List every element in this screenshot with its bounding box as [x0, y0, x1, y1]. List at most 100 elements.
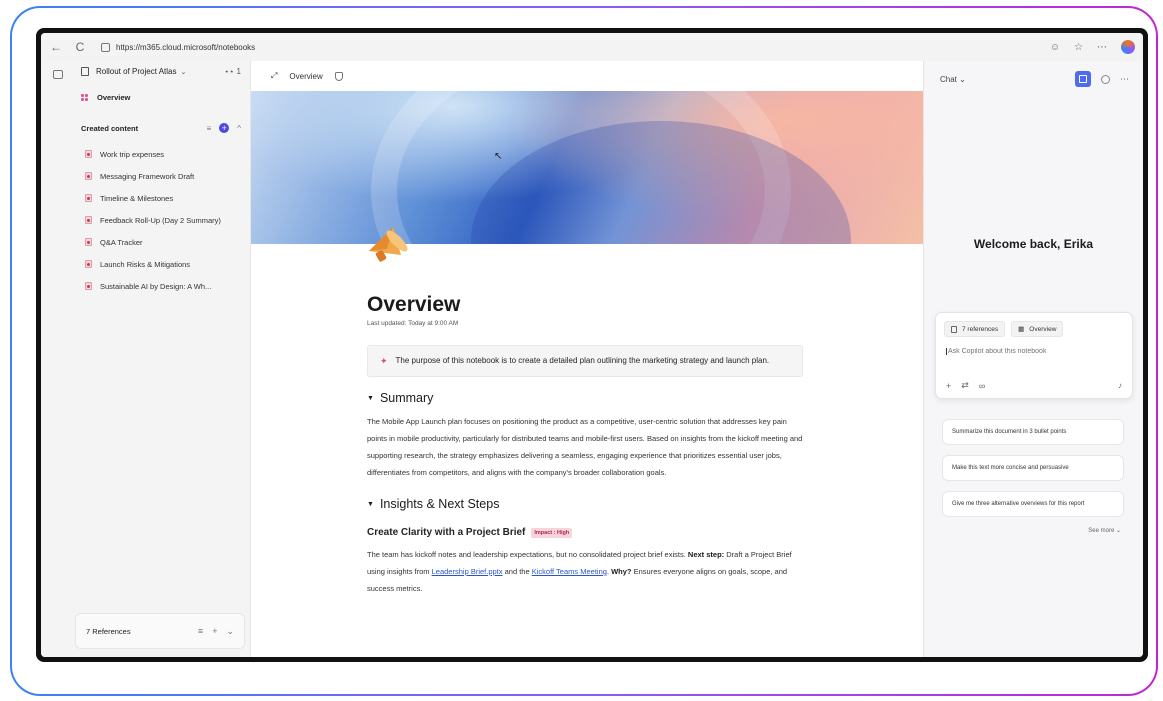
new-chat-button[interactable] — [1075, 71, 1091, 87]
list-item-label: Feedback Roll-Up (Day 2 Summary) — [100, 215, 221, 225]
browser-toolbar: ← C https://m365.cloud.microsoft/noteboo… — [41, 33, 1143, 61]
list-item-label: Q&A Tracker — [100, 237, 143, 247]
collapse-icon[interactable]: ^ — [237, 124, 241, 133]
notebook-title[interactable]: Rollout of Project Atlas — [96, 67, 176, 76]
see-more-label: See more — [1088, 528, 1115, 534]
browser-actions: ☺ ☆ ⋯ — [1050, 40, 1135, 54]
page-icon — [85, 282, 92, 290]
screen-bezel: ← C https://m365.cloud.microsoft/noteboo… — [36, 28, 1148, 662]
cover-image — [251, 91, 923, 244]
back-icon[interactable]: ← — [49, 40, 63, 54]
chat-mode-dropdown[interactable]: Chat ⌄ — [940, 75, 966, 84]
overview-chip[interactable]: ▦ Overview — [1011, 321, 1064, 337]
list-item-label: Sustainable AI by Design: A Wh... — [100, 281, 212, 291]
gear-icon[interactable] — [1101, 74, 1110, 84]
notebook-selector[interactable]: Rollout of Project Atlas ⌄ ⋆⋆ 1 — [81, 67, 241, 76]
toggle-sidebar-icon[interactable] — [53, 70, 63, 79]
chip-label: Overview — [1029, 325, 1057, 333]
more-options-icon[interactable]: ⋯ — [1097, 42, 1107, 53]
megaphone-icon — [369, 227, 408, 262]
next-step-label: Next step: — [687, 550, 725, 559]
attach-icon[interactable]: ∞ — [979, 381, 985, 391]
created-content-header: Created content ≡ + ^ — [81, 123, 241, 133]
sidebar-item-overview[interactable]: Overview — [81, 93, 130, 102]
copilot-icon[interactable] — [1121, 40, 1135, 54]
page-icon — [85, 216, 92, 224]
chevron-down-icon[interactable]: ⌄ — [226, 626, 234, 637]
brief-heading-label: Create Clarity with a Project Brief — [367, 527, 526, 538]
chevron-down-icon[interactable]: ⌄ — [180, 68, 186, 76]
references-chip[interactable]: 7 references — [944, 321, 1006, 337]
document-body: Overview Last updated: Today at 9:00 AM … — [367, 293, 807, 597]
collapse-triangle-icon[interactable]: ▼ — [367, 501, 374, 508]
people-icon: ⋆⋆ — [224, 67, 235, 76]
collaborators-count[interactable]: ⋆⋆ 1 — [224, 67, 241, 76]
list-item-label: Work trip expenses — [100, 149, 165, 159]
brief-text-part: and the — [504, 567, 530, 576]
leadership-brief-link[interactable]: Leadership Brief.pptx — [432, 567, 503, 576]
created-content-label: Created content — [81, 123, 139, 133]
list-item[interactable]: Feedback Roll-Up (Day 2 Summary) — [85, 209, 221, 231]
copilot-prompt-input[interactable] — [946, 348, 1116, 355]
breadcrumb: Overview — [289, 71, 323, 81]
list-item[interactable]: Timeline & Milestones — [85, 187, 221, 209]
site-info-icon[interactable] — [101, 42, 110, 52]
page-icon — [85, 238, 92, 246]
list-item[interactable]: Q&A Tracker — [85, 231, 221, 253]
see-more-link[interactable]: See more ⌄ — [1088, 527, 1121, 534]
add-reference-icon[interactable]: + — [212, 626, 217, 637]
sensitivity-icon[interactable] — [334, 71, 343, 81]
suggestion-button[interactable]: Make this text more concise and persuasi… — [942, 455, 1124, 481]
references-label: 7 References — [86, 626, 131, 636]
why-label: Why? — [611, 567, 632, 576]
document-icon — [951, 325, 957, 333]
more-options-icon[interactable]: ⋯ — [1120, 74, 1129, 85]
insights-heading-label: Insights & Next Steps — [379, 497, 500, 511]
refresh-icon[interactable]: C — [73, 40, 87, 54]
list-item[interactable]: Messaging Framework Draft — [85, 165, 221, 187]
suggestion-button[interactable]: Give me three alternative overviews for … — [942, 491, 1124, 517]
summary-heading[interactable]: ▼ Summary — [367, 391, 807, 405]
chat-mode-label: Chat — [940, 74, 957, 84]
brief-text-part: The team has kickoff notes and leadershi… — [367, 550, 686, 559]
mouse-cursor: ↖ — [494, 151, 503, 162]
list-item[interactable]: Launch Risks & Mitigations — [85, 253, 221, 275]
url-text[interactable]: https://m365.cloud.microsoft/notebooks — [116, 43, 255, 52]
settings-sliders-icon[interactable]: ⇄ — [961, 380, 969, 391]
grid-icon: ▦ — [1018, 326, 1025, 333]
add-content-button[interactable]: + — [219, 123, 230, 133]
welcome-message: Welcome back, Erika — [973, 237, 1094, 251]
summary-text: The Mobile App Launch plan focuses on po… — [367, 417, 803, 477]
created-content-list: Work trip expenses Messaging Framework D… — [85, 143, 221, 297]
read-aloud-icon[interactable]: ☺ — [1050, 42, 1060, 53]
pin-icon: ✦ — [380, 356, 388, 366]
context-chips: 7 references ▦ Overview — [944, 321, 1064, 337]
collapse-triangle-icon[interactable]: ▼ — [367, 395, 374, 402]
left-sidebar: Rollout of Project Atlas ⌄ ⋆⋆ 1 Overview… — [41, 61, 251, 657]
main-content: ⤢ Overview ↖ Overview Last updated: Toda… — [251, 61, 923, 657]
brief-text: The team has kickoff notes and leadershi… — [367, 550, 792, 593]
page-icon — [85, 172, 92, 180]
favorites-icon[interactable]: ☆ — [1074, 42, 1083, 53]
microphone-icon[interactable]: ♪ — [1118, 381, 1122, 390]
address-bar[interactable]: https://m365.cloud.microsoft/notebooks — [101, 42, 255, 52]
filter-icon[interactable]: ≡ — [207, 124, 212, 133]
suggestion-button[interactable]: Summarize this document in 3 bullet poin… — [942, 419, 1124, 445]
list-item[interactable]: Sustainable AI by Design: A Wh... — [85, 275, 221, 297]
page-icon — [85, 194, 92, 202]
list-item[interactable]: Work trip expenses — [85, 143, 221, 165]
references-panel[interactable]: 7 References ≡ + ⌄ — [75, 613, 245, 649]
expand-icon[interactable]: ⤢ — [271, 71, 277, 81]
add-icon[interactable]: + — [946, 381, 951, 391]
last-updated: Last updated: Today at 9:00 AM — [367, 320, 459, 327]
filter-icon[interactable]: ≡ — [198, 626, 203, 637]
page-title: Overview — [367, 293, 461, 316]
insights-heading[interactable]: ▼ Insights & Next Steps — [367, 497, 807, 511]
purpose-callout[interactable]: ✦ The purpose of this notebook is to cre… — [367, 345, 803, 377]
page-header: ⤢ Overview — [251, 61, 923, 91]
composer-tools: + ⇄ ∞ ♪ — [946, 380, 1122, 391]
chat-header: Chat ⌄ ⋯ — [940, 71, 1129, 87]
overview-icon — [81, 93, 89, 102]
page-icon — [85, 260, 92, 268]
kickoff-meeting-link[interactable]: Kickoff Teams Meeting — [532, 567, 607, 576]
